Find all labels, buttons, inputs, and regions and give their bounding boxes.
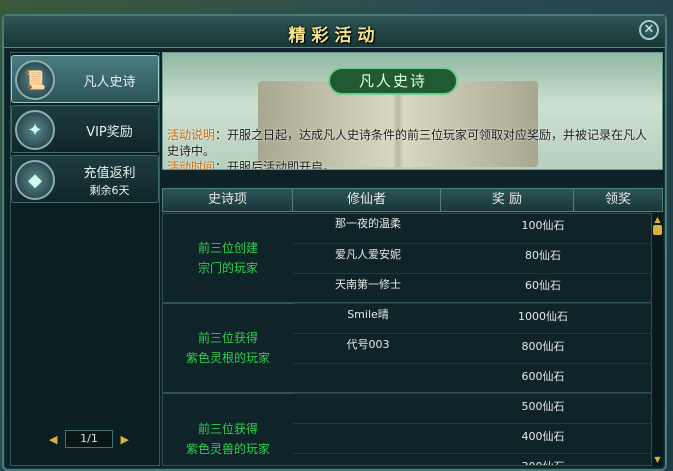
group-label: 前三位获得紫色灵兽的玩家 bbox=[163, 394, 293, 465]
title-bar: 精彩活动 ✕ bbox=[4, 16, 665, 48]
crystal-icon: ◆ bbox=[15, 160, 55, 200]
reward-value: 60仙石 bbox=[525, 279, 561, 292]
table-row: 400仙石 bbox=[293, 424, 651, 454]
scrollbar[interactable]: ▲ ▼ bbox=[652, 213, 663, 466]
event-banner: 凡人史诗 活动说明：开服之日起，达成凡人史诗条件的前三位玩家可领取对应奖励，并被… bbox=[162, 52, 663, 170]
player-name: Smile晴 bbox=[347, 308, 389, 321]
table-row: 代号003 800仙石 bbox=[293, 334, 651, 364]
col-epic-item: 史诗项 bbox=[163, 189, 293, 211]
sidebar-item-vip[interactable]: ✦ VIP奖励 bbox=[11, 105, 159, 153]
pager: ◀ 1/1 ▶ bbox=[49, 429, 129, 449]
player-name: 天南第一修士 bbox=[335, 278, 401, 291]
table-header: 史诗项 修仙者 奖 励 领奖 bbox=[162, 188, 663, 212]
close-icon[interactable]: ✕ bbox=[639, 20, 659, 40]
col-claim: 领奖 bbox=[604, 192, 631, 207]
player-name: 爱凡人爱安妮 bbox=[335, 248, 401, 261]
window-title: 精彩活动 bbox=[288, 26, 381, 46]
col-cultivator: 修仙者 bbox=[293, 189, 441, 211]
group-label-line: 前三位获得 bbox=[197, 422, 258, 436]
col-reward: 奖 励 bbox=[441, 189, 574, 211]
table-group: 前三位获得紫色灵兽的玩家 500仙石 400仙石 300仙石 bbox=[163, 394, 651, 465]
group-label-line: 前三位创建 bbox=[197, 241, 258, 255]
table-group: 前三位创建宗门的玩家 那一夜的温柔 100仙石 爱凡人爱安妮 80仙石 天南第一修士… bbox=[163, 214, 651, 304]
table-row: 300仙石 bbox=[293, 454, 651, 465]
scroll-thumb[interactable] bbox=[653, 225, 662, 235]
sidebar-item-label: 充值返利 bbox=[83, 166, 136, 181]
group-label-line: 紫色灵兽的玩家 bbox=[185, 442, 270, 456]
table-row: 500仙石 bbox=[293, 394, 651, 424]
group-label: 前三位创建宗门的玩家 bbox=[163, 214, 293, 302]
reward-value: 100仙石 bbox=[521, 219, 565, 232]
table-row: 那一夜的温柔 100仙石 bbox=[293, 214, 651, 244]
group-label-line: 宗门的玩家 bbox=[197, 261, 258, 275]
group-label: 前三位获得紫色灵根的玩家 bbox=[163, 304, 293, 392]
table-body: 前三位创建宗门的玩家 那一夜的温柔 100仙石 爱凡人爱安妮 80仙石 天南第一修士… bbox=[162, 213, 652, 466]
page-indicator: 1/1 bbox=[65, 430, 113, 448]
main-panel: 凡人史诗 活动说明：开服之日起，达成凡人史诗条件的前三位玩家可领取对应奖励，并被… bbox=[162, 52, 663, 466]
sidebar: 📜 凡人史诗 ✦ VIP奖励 ◆ 充值返利 剩余6天 ◀ 1/1 ▶ bbox=[10, 52, 160, 466]
remaining-days: 剩余6天 bbox=[89, 184, 130, 197]
prev-page-icon[interactable]: ◀ bbox=[49, 433, 57, 446]
reward-value: 80仙石 bbox=[525, 249, 561, 262]
sidebar-item-recharge[interactable]: ◆ 充值返利 剩余6天 bbox=[11, 155, 159, 203]
reward-value: 300仙石 bbox=[493, 458, 593, 465]
reward-value: 500仙石 bbox=[521, 400, 565, 413]
table-row: 天南第一修士 60仙石 bbox=[293, 274, 651, 304]
reward-value: 400仙石 bbox=[521, 430, 565, 443]
player-name: 代号003 bbox=[346, 338, 390, 351]
time-text: ：开服后活动即开启。 bbox=[215, 160, 336, 170]
table-group: 前三位获得紫色灵根的玩家 Smile晴 1000仙石 代号003 800仙石 600… bbox=[163, 304, 651, 394]
event-description: 活动说明：开服之日起，达成凡人史诗条件的前三位玩家可领取对应奖励，并被记录在凡人… bbox=[167, 127, 659, 170]
reward-value: 800仙石 bbox=[521, 340, 565, 353]
sidebar-item-label: 凡人史诗 bbox=[83, 75, 136, 90]
desc-label: 活动说明 bbox=[167, 128, 216, 142]
sidebar-item-epic[interactable]: 📜 凡人史诗 bbox=[11, 55, 159, 103]
vip-gem-icon: ✦ bbox=[15, 110, 55, 150]
scroll-up-icon[interactable]: ▲ bbox=[653, 215, 662, 224]
scroll-down-icon[interactable]: ▼ bbox=[653, 455, 662, 464]
table-row: 600仙石 bbox=[293, 364, 651, 394]
time-label: 活动时间 bbox=[167, 160, 216, 170]
book-icon: 📜 bbox=[15, 60, 55, 100]
sidebar-item-label: VIP奖励 bbox=[86, 125, 133, 140]
player-name: 那一夜的温柔 bbox=[335, 217, 401, 230]
reward-value: 600仙石 bbox=[521, 370, 565, 383]
group-label-line: 紫色灵根的玩家 bbox=[185, 351, 270, 365]
reward-value: 1000仙石 bbox=[518, 310, 568, 323]
table-row: 爱凡人爱安妮 80仙石 bbox=[293, 244, 651, 274]
group-label-line: 前三位获得 bbox=[197, 331, 258, 345]
next-page-icon[interactable]: ▶ bbox=[121, 433, 129, 446]
event-window: 精彩活动 ✕ 📜 凡人史诗 ✦ VIP奖励 ◆ 充值返利 剩余6天 ◀ 1/1 … bbox=[2, 14, 667, 471]
table-row: Smile晴 1000仙石 bbox=[293, 304, 651, 334]
banner-emblem: 凡人史诗 bbox=[328, 67, 458, 95]
desc-text: ：开服之日起，达成凡人史诗条件的前三位玩家可领取对应奖励，并被记录在凡人史诗中。 bbox=[167, 128, 648, 158]
